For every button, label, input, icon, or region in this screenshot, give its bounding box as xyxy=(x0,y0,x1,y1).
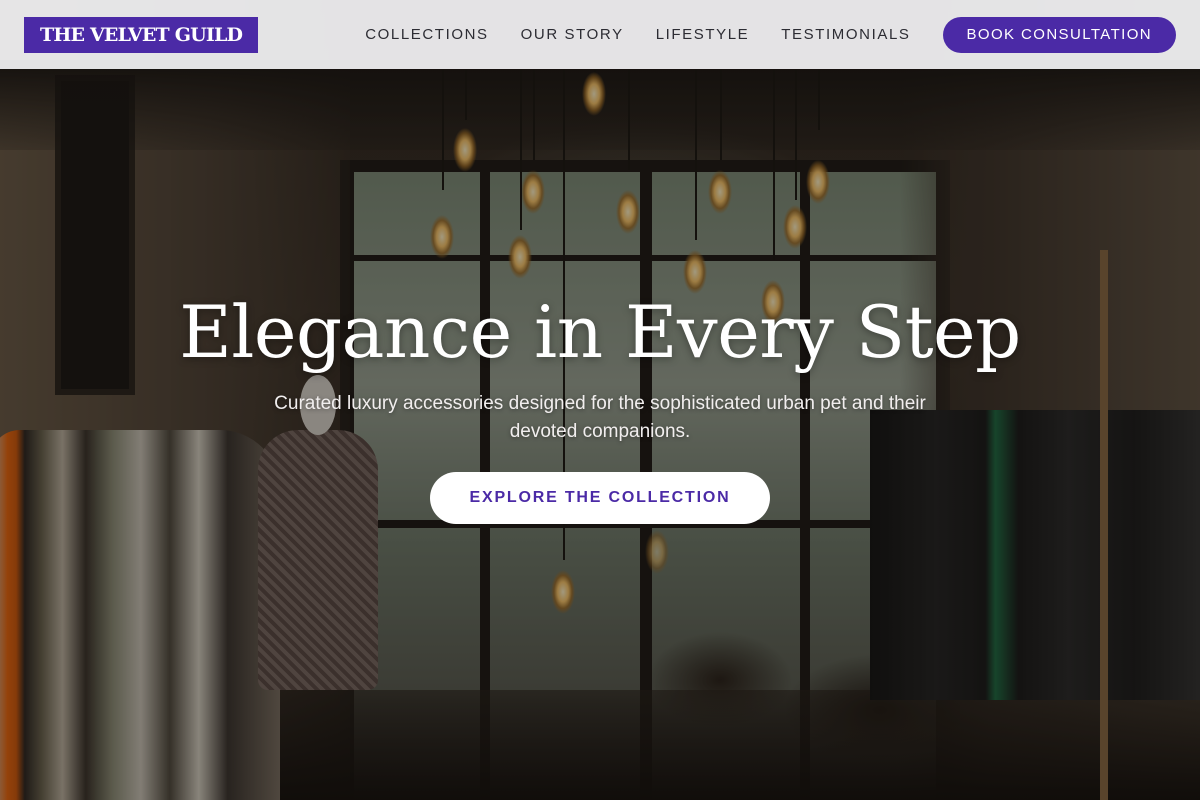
hero-subtitle: Curated luxury accessories designed for … xyxy=(274,393,926,442)
nav-link-testimonials[interactable]: TESTIMONIALS xyxy=(781,26,910,43)
hero-section: Elegance in Every Step Curated luxury ac… xyxy=(0,290,1200,524)
book-consultation-button[interactable]: BOOK CONSULTATION xyxy=(942,16,1176,53)
main-nav: COLLECTIONS OUR STORY LIFESTYLE TESTIMON… xyxy=(365,26,910,43)
hero-title: Elegance in Every Step xyxy=(179,290,1021,374)
site-header: THE VELVET GUILD COLLECTIONS OUR STORY L… xyxy=(0,0,1200,69)
nav-link-collections[interactable]: COLLECTIONS xyxy=(365,26,488,43)
nav-link-our-story[interactable]: OUR STORY xyxy=(521,26,624,43)
nav-link-lifestyle[interactable]: LIFESTYLE xyxy=(656,26,750,43)
brand-logo[interactable]: THE VELVET GUILD xyxy=(24,16,259,53)
explore-collection-button[interactable]: EXPLORE THE COLLECTION xyxy=(429,472,771,524)
